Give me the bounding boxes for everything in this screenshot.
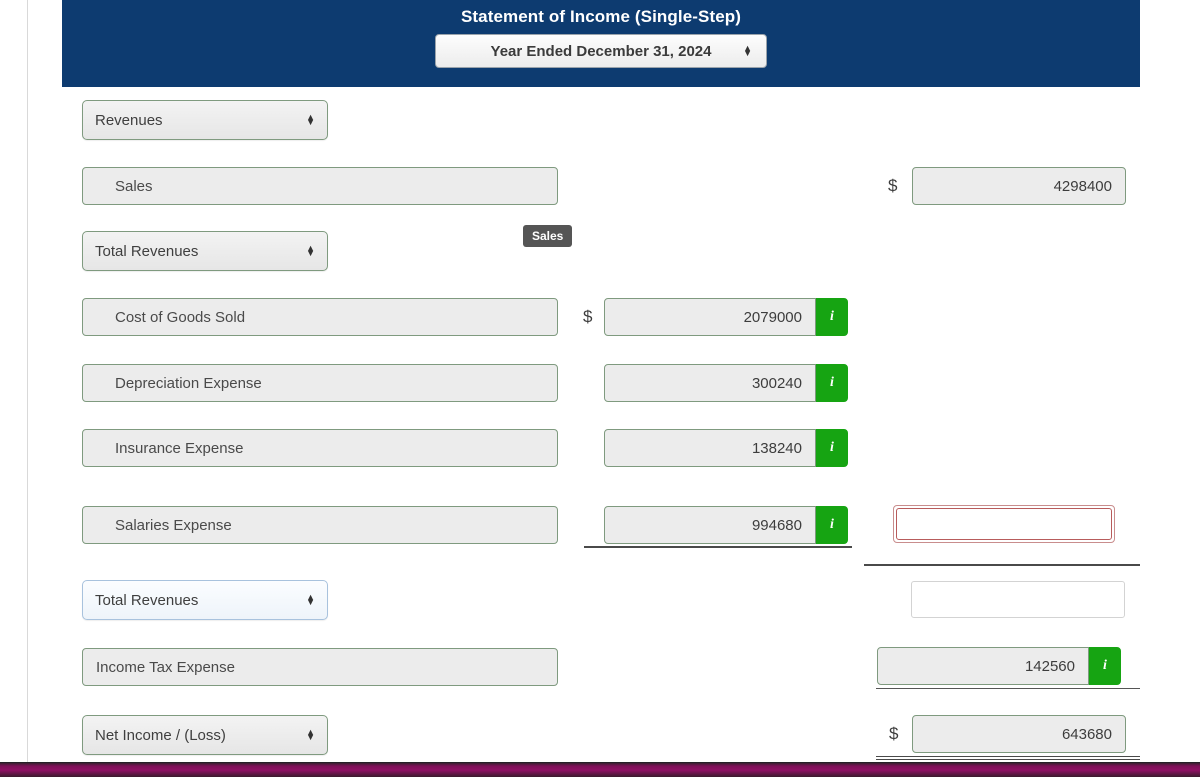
value-input-depreciation-text: 300240	[751, 374, 802, 392]
chevron-updown-icon: ▲ ▼	[306, 592, 315, 607]
info-icon-depreciation[interactable]: i	[816, 364, 848, 402]
value-input-salaries-text: 994680	[751, 516, 802, 534]
period-select[interactable]: Year Ended December 31, 2024 ▲ ▼	[435, 34, 767, 68]
account-field-income-tax[interactable]: Income Tax Expense	[82, 648, 558, 686]
value-input-net-income[interactable]: 643680	[912, 715, 1126, 753]
page-gutter-divider	[27, 0, 28, 763]
account-field-salaries-label: Salaries Expense	[115, 516, 232, 534]
account-field-depreciation-label: Depreciation Expense	[115, 374, 262, 392]
info-icon-income-tax[interactable]: i	[1089, 647, 1121, 685]
value-input-depreciation[interactable]: 300240	[604, 364, 816, 402]
value-input-cogs-text: 2079000	[743, 308, 802, 326]
period-select-value: Year Ended December 31, 2024	[490, 42, 712, 60]
account-field-sales-label: Sales	[115, 177, 153, 195]
account-select-total-revenues-2-label: Total Revenues	[95, 591, 199, 609]
account-select-revenues-label: Revenues	[95, 111, 163, 129]
value-input-insurance-text: 138240	[751, 439, 802, 457]
subtotal-rule-total-expenses	[864, 564, 1140, 566]
account-field-salaries[interactable]: Salaries Expense	[82, 506, 558, 544]
account-select-total-revenues-1[interactable]: Total Revenues ▲ ▼	[82, 231, 328, 271]
account-field-cogs[interactable]: Cost of Goods Sold	[82, 298, 558, 336]
statement-header: Statement of Income (Single-Step) Year E…	[62, 0, 1140, 87]
dollar-sign-net-income: $	[889, 724, 899, 743]
info-icon-salaries[interactable]: i	[816, 506, 848, 544]
value-input-income-tax[interactable]: 142560	[877, 647, 1089, 685]
income-statement-page: Statement of Income (Single-Step) Year E…	[0, 0, 1200, 777]
account-field-cogs-label: Cost of Goods Sold	[115, 308, 246, 326]
info-icon-cogs[interactable]: i	[816, 298, 848, 336]
chevron-updown-icon: ▲ ▼	[306, 727, 315, 742]
value-input-income-before-tax[interactable]	[911, 581, 1125, 618]
info-icon-insurance[interactable]: i	[816, 429, 848, 467]
page-left-gutter	[0, 0, 27, 763]
account-select-total-revenues-2[interactable]: Total Revenues ▲ ▼	[82, 580, 328, 620]
chevron-updown-icon: ▲ ▼	[743, 43, 752, 58]
account-select-net-income-label: Net Income / (Loss)	[95, 726, 226, 744]
dollar-sign-cogs: $	[583, 307, 593, 326]
tooltip-sales-text: Sales	[532, 229, 564, 243]
value-input-income-tax-text: 142560	[1024, 657, 1075, 675]
value-input-insurance[interactable]: 138240	[604, 429, 816, 467]
chevron-updown-icon: ▲ ▼	[306, 112, 315, 127]
account-field-insurance[interactable]: Insurance Expense	[82, 429, 558, 467]
value-input-salaries[interactable]: 994680	[604, 506, 816, 544]
account-field-sales[interactable]: Sales	[82, 167, 558, 205]
account-select-revenues[interactable]: Revenues ▲ ▼	[82, 100, 328, 140]
window-bottom-strip	[0, 763, 1200, 777]
value-input-net-income-text: 643680	[1061, 725, 1112, 743]
subtotal-rule-expenses	[584, 546, 852, 548]
account-field-insurance-label: Insurance Expense	[115, 439, 244, 457]
total-double-rule-net-income	[876, 756, 1140, 760]
tooltip-sales: Sales	[523, 225, 573, 247]
dollar-sign-sales: $	[888, 176, 898, 195]
value-input-sales[interactable]: 4298400	[912, 167, 1126, 205]
account-select-total-revenues-1-label: Total Revenues	[95, 242, 199, 260]
account-field-income-tax-label: Income Tax Expense	[96, 658, 235, 676]
subtotal-rule-income-tax	[876, 688, 1140, 689]
account-select-net-income[interactable]: Net Income / (Loss) ▲ ▼	[82, 715, 328, 755]
page-title: Statement of Income (Single-Step)	[460, 7, 742, 26]
value-input-total-expenses-error-inner	[896, 508, 1112, 540]
account-field-depreciation[interactable]: Depreciation Expense	[82, 364, 558, 402]
value-input-sales-text: 4298400	[1053, 177, 1112, 195]
value-input-total-expenses-error[interactable]	[893, 505, 1115, 543]
chevron-updown-icon: ▲ ▼	[306, 243, 315, 258]
value-input-cogs[interactable]: 2079000	[604, 298, 816, 336]
